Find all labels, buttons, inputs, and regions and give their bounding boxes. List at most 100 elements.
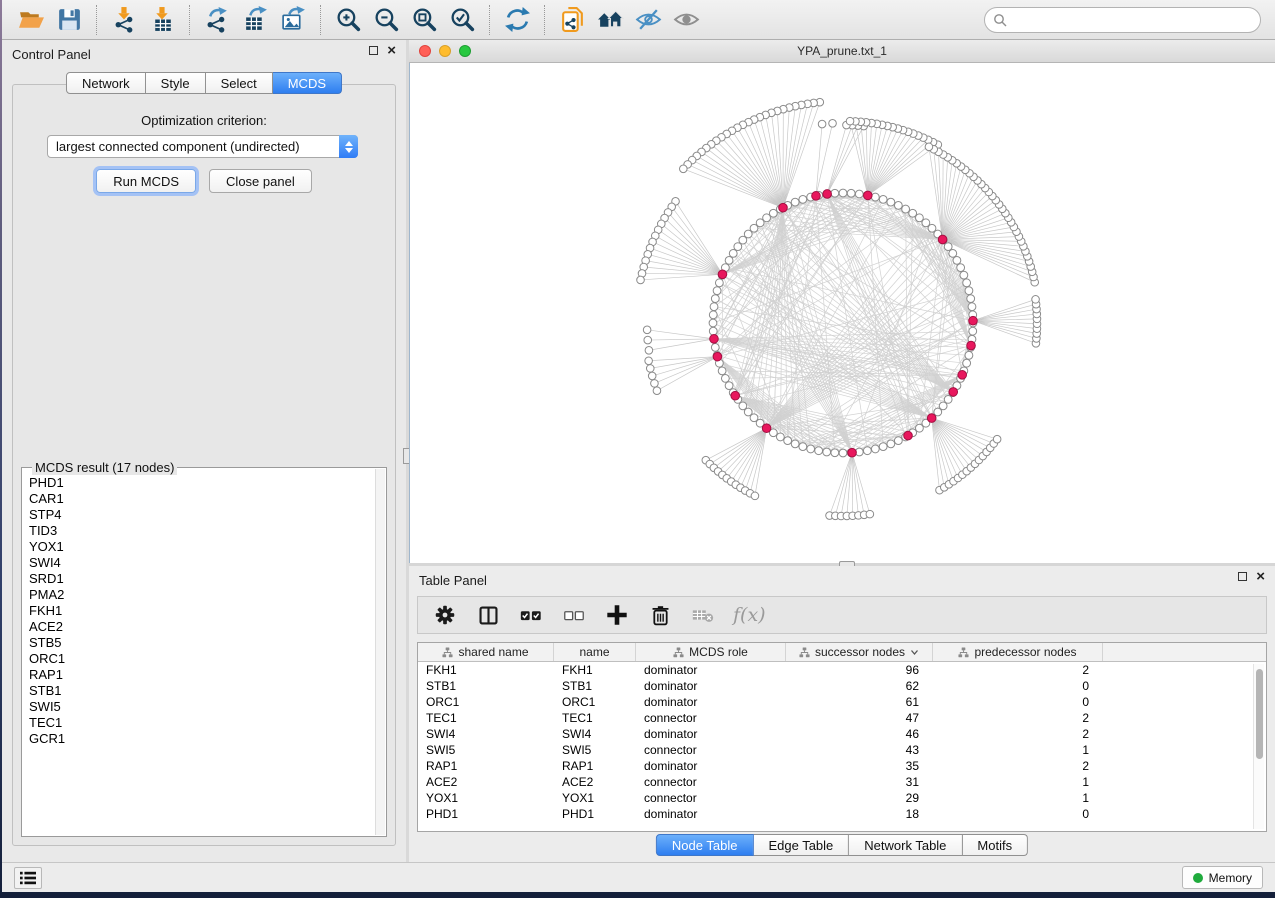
table-settings-gear-icon[interactable] [432, 602, 458, 628]
table-cell[interactable]: STB1 [418, 678, 554, 694]
network-graph[interactable] [410, 63, 1275, 563]
mcds-result-item[interactable]: STB5 [29, 635, 374, 651]
table-cell[interactable]: connector [636, 790, 786, 806]
table-cell[interactable]: dominator [636, 678, 786, 694]
table-cell[interactable]: dominator [636, 726, 786, 742]
export-network-icon[interactable] [201, 4, 233, 36]
table-row[interactable]: SWI5SWI5connector431 [418, 742, 1266, 758]
table-row[interactable]: ORC1ORC1dominator610 [418, 694, 1266, 710]
sort-desc-icon[interactable] [910, 649, 919, 656]
table-cell[interactable]: STB1 [554, 678, 636, 694]
close-panel-icon[interactable]: × [387, 46, 396, 55]
table-row[interactable]: YOX1YOX1connector291 [418, 790, 1266, 806]
table-cell[interactable]: 0 [933, 694, 1103, 710]
table-cell[interactable]: 96 [786, 662, 933, 678]
search-field[interactable] [984, 7, 1261, 33]
zoom-fit-icon[interactable] [408, 4, 440, 36]
table-cell[interactable]: connector [636, 710, 786, 726]
task-history-button[interactable] [14, 867, 42, 889]
export-image-icon[interactable] [277, 4, 309, 36]
table-cell[interactable]: SWI4 [418, 726, 554, 742]
table-cell[interactable]: dominator [636, 662, 786, 678]
table-cell[interactable]: SWI5 [418, 742, 554, 758]
table-cell[interactable]: YOX1 [418, 790, 554, 806]
mcds-result-item[interactable]: CAR1 [29, 491, 374, 507]
memory-button[interactable]: Memory [1182, 866, 1263, 889]
mcds-result-item[interactable]: SWI5 [29, 699, 374, 715]
table-cell[interactable]: FKH1 [418, 662, 554, 678]
table-cell[interactable]: 0 [933, 806, 1103, 822]
select-all-rows-icon[interactable] [518, 602, 544, 628]
table-cell[interactable]: 62 [786, 678, 933, 694]
table-row[interactable]: RAP1RAP1dominator352 [418, 758, 1266, 774]
optimization-criterion-select[interactable]: largest connected component (undirected) [47, 135, 358, 158]
mcds-result-item[interactable]: RAP1 [29, 667, 374, 683]
table-cell[interactable]: SWI5 [554, 742, 636, 758]
table-row[interactable]: FKH1FKH1dominator962 [418, 662, 1266, 678]
table-cell[interactable]: 29 [786, 790, 933, 806]
table-row[interactable]: TEC1TEC1connector472 [418, 710, 1266, 726]
table-cell[interactable]: TEC1 [554, 710, 636, 726]
mcds-list-scrollbar[interactable] [375, 469, 385, 835]
table-cell[interactable]: 1 [933, 742, 1103, 758]
mcds-result-item[interactable]: ORC1 [29, 651, 374, 667]
table-cell[interactable]: connector [636, 742, 786, 758]
column-header-mcds-role[interactable]: MCDS role [636, 643, 786, 661]
table-cell[interactable]: 31 [786, 774, 933, 790]
mcds-result-item[interactable]: PMA2 [29, 587, 374, 603]
mcds-result-item[interactable]: SWI4 [29, 555, 374, 571]
export-table-icon[interactable] [239, 4, 271, 36]
clone-network-icon[interactable] [556, 4, 588, 36]
mcds-result-item[interactable]: TEC1 [29, 715, 374, 731]
mcds-result-item[interactable]: GCR1 [29, 731, 374, 747]
table-cell[interactable]: YOX1 [554, 790, 636, 806]
column-header-predecessor-nodes[interactable]: predecessor nodes [933, 643, 1103, 661]
tab-node-table[interactable]: Node Table [656, 834, 754, 856]
table-cell[interactable]: 1 [933, 774, 1103, 790]
table-cell[interactable]: RAP1 [418, 758, 554, 774]
table-cell[interactable]: 47 [786, 710, 933, 726]
table-cell[interactable]: 2 [933, 758, 1103, 774]
float-panel-icon[interactable] [1238, 572, 1247, 581]
table-row[interactable]: SWI4SWI4dominator462 [418, 726, 1266, 742]
column-header-name[interactable]: name [554, 643, 636, 661]
table-cell[interactable]: dominator [636, 694, 786, 710]
show-all-houses-icon[interactable] [594, 4, 626, 36]
zoom-out-icon[interactable] [370, 4, 402, 36]
table-cell[interactable]: ORC1 [418, 694, 554, 710]
table-cell[interactable]: connector [636, 774, 786, 790]
table-scrollbar[interactable] [1253, 664, 1264, 829]
table-cell[interactable]: SWI4 [554, 726, 636, 742]
table-cell[interactable]: PHD1 [418, 806, 554, 822]
zoom-in-icon[interactable] [332, 4, 364, 36]
mcds-result-item[interactable]: STP4 [29, 507, 374, 523]
show-columns-icon[interactable] [475, 602, 501, 628]
float-panel-icon[interactable] [369, 46, 378, 55]
tab-network[interactable]: Network [66, 72, 146, 94]
add-column-icon[interactable] [604, 602, 630, 628]
import-network-icon[interactable] [108, 4, 140, 36]
tab-style[interactable]: Style [146, 72, 206, 94]
table-scrollbar-thumb[interactable] [1256, 669, 1263, 759]
table-cell[interactable]: FKH1 [554, 662, 636, 678]
tab-mcds[interactable]: MCDS [273, 72, 342, 94]
mcds-result-item[interactable]: PHD1 [29, 475, 374, 491]
table-cell[interactable]: RAP1 [554, 758, 636, 774]
search-input[interactable] [1007, 10, 1260, 30]
table-cell[interactable]: 46 [786, 726, 933, 742]
zoom-selected-icon[interactable] [446, 4, 478, 36]
tab-edge-table[interactable]: Edge Table [753, 834, 849, 856]
table-cell[interactable]: ACE2 [418, 774, 554, 790]
show-hidden-eye-icon[interactable] [670, 4, 702, 36]
open-session-icon[interactable] [15, 4, 47, 36]
table-cell[interactable]: 43 [786, 742, 933, 758]
mcds-result-item[interactable]: TID3 [29, 523, 374, 539]
column-header-shared-name[interactable]: shared name [418, 643, 554, 661]
table-cell[interactable]: 2 [933, 662, 1103, 678]
mcds-result-item[interactable]: FKH1 [29, 603, 374, 619]
table-row[interactable]: PHD1PHD1dominator180 [418, 806, 1266, 822]
tab-motifs[interactable]: Motifs [962, 834, 1028, 856]
network-canvas[interactable] [409, 63, 1275, 563]
table-cell[interactable]: PHD1 [554, 806, 636, 822]
run-mcds-button[interactable]: Run MCDS [96, 169, 196, 193]
